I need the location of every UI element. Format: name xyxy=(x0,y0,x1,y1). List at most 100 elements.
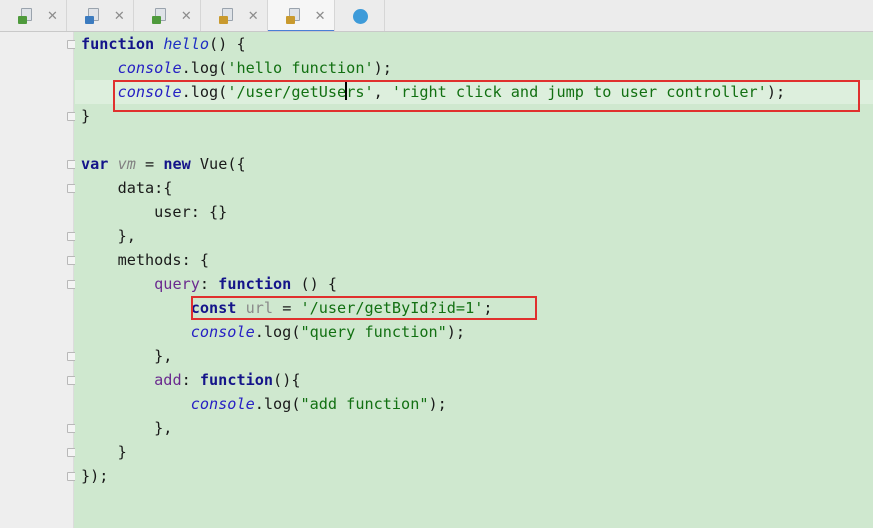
line-number xyxy=(0,320,30,344)
line-number xyxy=(0,200,30,224)
code-text: console.log('/user/getUsers', 'right cli… xyxy=(81,80,785,104)
line-number xyxy=(0,152,30,176)
code-text: console.log("query function"); xyxy=(81,320,465,344)
close-icon[interactable]: ✕ xyxy=(47,10,58,23)
code-token: function xyxy=(81,35,155,53)
code-text: add: function(){ xyxy=(81,368,300,392)
code-token: url xyxy=(245,299,274,317)
code-text: }); xyxy=(81,464,108,488)
line-number xyxy=(0,224,30,248)
line-number xyxy=(0,416,30,440)
code-line[interactable]: query: function () { xyxy=(75,272,873,296)
editor-tab-bar: ✕ ✕ ✕ ✕ ✕ xyxy=(0,0,873,32)
code-text: } xyxy=(81,440,127,464)
code-editor[interactable]: }); } }, console.log("add function"); ad… xyxy=(75,32,873,528)
code-text: console.log('hello function'); xyxy=(81,56,392,80)
badge-letter xyxy=(18,16,27,24)
code-token: console xyxy=(117,83,182,101)
badge-letter xyxy=(151,16,161,24)
line-number xyxy=(0,488,30,512)
css-file-icon xyxy=(84,8,101,24)
code-token: .log( xyxy=(181,59,228,77)
code-token: () { xyxy=(291,275,338,293)
line-number xyxy=(0,392,30,416)
java-class-icon xyxy=(352,8,369,24)
js-file-icon xyxy=(218,8,235,24)
code-line[interactable]: } xyxy=(75,104,873,128)
code-line[interactable]: }, xyxy=(75,344,873,368)
code-token: Vue({ xyxy=(190,155,246,173)
code-token: : xyxy=(199,275,219,293)
code-token: hello xyxy=(163,35,210,53)
close-icon[interactable]: ✕ xyxy=(114,10,125,23)
code-line[interactable]: }, xyxy=(75,416,873,440)
tab-usercontroller-java[interactable] xyxy=(335,0,385,31)
close-icon[interactable]: ✕ xyxy=(315,10,326,23)
code-token: ); xyxy=(766,83,786,101)
line-number xyxy=(0,368,30,392)
code-token: "add function" xyxy=(300,395,429,413)
code-line[interactable]: const url = '/user/getById?id=1'; xyxy=(75,296,873,320)
code-line[interactable]: data:{ xyxy=(75,176,873,200)
code-line[interactable]: console.log("add function"); xyxy=(75,392,873,416)
close-icon[interactable]: ✕ xyxy=(181,10,192,23)
code-line[interactable] xyxy=(75,488,873,512)
tab-base-html[interactable]: ✕ xyxy=(0,0,67,31)
line-number xyxy=(0,80,30,104)
code-line[interactable]: user: {} xyxy=(75,200,873,224)
tab-index-html[interactable]: ✕ xyxy=(134,0,201,31)
code-text: methods: { xyxy=(81,248,209,272)
line-number xyxy=(0,464,30,488)
code-token: data:{ xyxy=(81,179,173,197)
code-token: ; xyxy=(483,299,493,317)
line-number xyxy=(0,32,30,56)
line-number xyxy=(0,56,30,80)
code-text: user: {} xyxy=(81,200,227,224)
code-token: () { xyxy=(209,35,246,53)
code-token: }); xyxy=(81,467,109,485)
code-line[interactable]: } xyxy=(75,440,873,464)
code-line[interactable]: console.log("query function"); xyxy=(75,320,873,344)
code-line[interactable]: var vm = new Vue({ xyxy=(75,152,873,176)
code-token: ); xyxy=(428,395,447,413)
tab-index-css[interactable]: ✕ xyxy=(67,0,134,31)
code-text: var vm = new Vue({ xyxy=(81,152,246,176)
close-icon[interactable]: ✕ xyxy=(248,10,259,23)
code-token: user: {} xyxy=(81,203,228,221)
code-text: }, xyxy=(81,224,136,248)
code-text: data:{ xyxy=(81,176,173,200)
code-token: , xyxy=(373,83,392,101)
tab-index-js[interactable]: ✕ xyxy=(201,0,268,31)
h-file-icon xyxy=(151,8,168,24)
code-text: }, xyxy=(81,416,172,440)
tab-user-js[interactable]: ✕ xyxy=(267,0,335,31)
code-line[interactable]: methods: { xyxy=(75,248,873,272)
code-text: function hello() { xyxy=(81,32,246,56)
code-line[interactable]: function hello() { xyxy=(75,32,873,56)
code-text: } xyxy=(81,104,90,128)
line-number xyxy=(0,272,30,296)
badge-letter xyxy=(218,16,228,24)
code-token: "query function" xyxy=(300,323,447,341)
code-line[interactable]: }, xyxy=(75,224,873,248)
code-token: console xyxy=(117,59,182,77)
code-token: query xyxy=(154,275,200,293)
code-token: var xyxy=(81,155,109,173)
line-number xyxy=(0,128,30,152)
code-token: methods: { xyxy=(81,251,210,269)
code-line[interactable]: console.log('/user/getUsers', 'right cli… xyxy=(75,80,873,104)
code-text: const url = '/user/getById?id=1'; xyxy=(81,296,493,320)
code-token: : xyxy=(181,371,200,389)
code-line[interactable]: }); xyxy=(75,464,873,488)
code-text: }, xyxy=(81,344,172,368)
line-number xyxy=(0,176,30,200)
code-line[interactable]: add: function(){ xyxy=(75,368,873,392)
code-token: '/user/getUse xyxy=(227,83,347,101)
code-token: 'hello function' xyxy=(227,59,374,77)
code-line[interactable]: console.log('hello function'); xyxy=(75,56,873,80)
code-line[interactable] xyxy=(75,128,873,152)
line-number xyxy=(0,248,30,272)
